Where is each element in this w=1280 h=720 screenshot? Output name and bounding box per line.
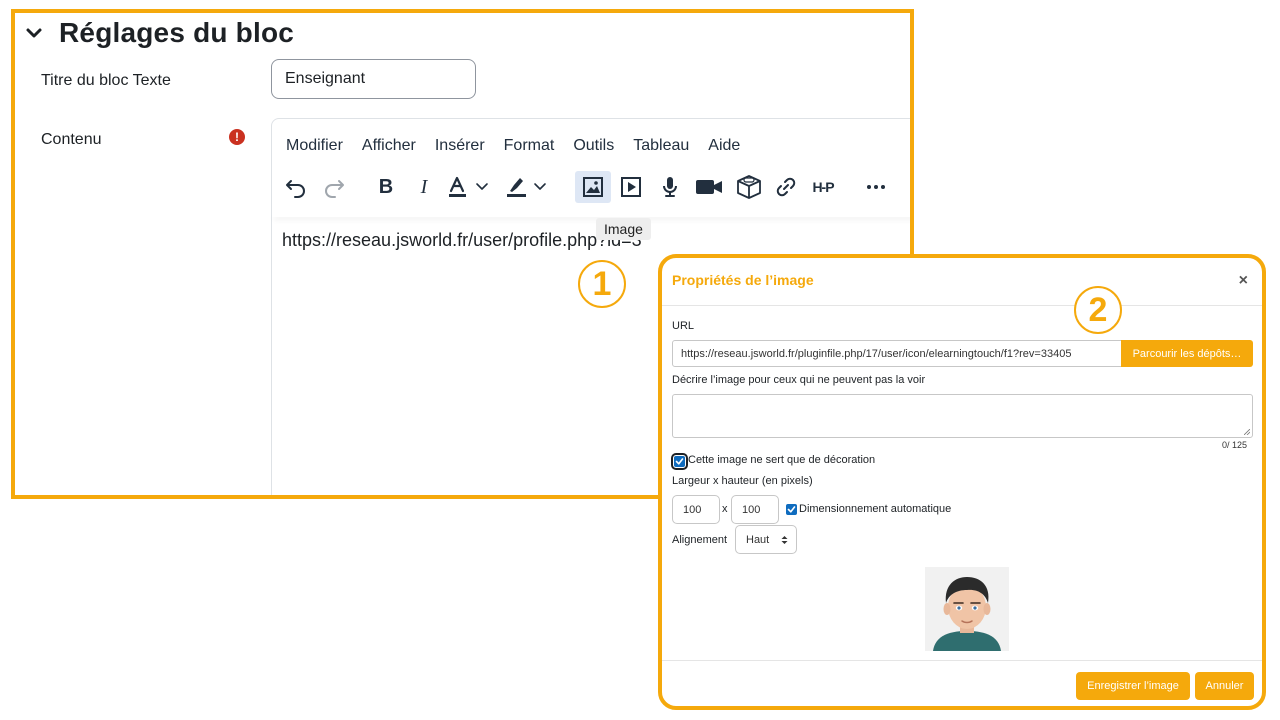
alignment-value: Haut (746, 533, 770, 546)
decorative-label: Cette image ne sert que de décoration (688, 454, 876, 466)
link-icon (776, 177, 796, 197)
bold-button[interactable]: B (372, 171, 400, 203)
section-header[interactable]: Réglages du bloc (25, 17, 294, 49)
video-camera-icon (696, 180, 722, 194)
media-icon (621, 177, 641, 197)
size-separator: x (722, 503, 728, 515)
highlight-button[interactable] (502, 171, 558, 203)
menu-tableau[interactable]: Tableau (633, 137, 689, 155)
checkmark-icon (787, 506, 796, 513)
chevron-down-icon[interactable] (25, 24, 43, 42)
toolbar-divider (272, 211, 910, 217)
media-button[interactable] (617, 171, 645, 203)
italic-button[interactable]: I (410, 171, 438, 203)
cube-icon (737, 175, 761, 199)
menu-format[interactable]: Format (504, 137, 555, 155)
character-count: 0/ 125 (1222, 440, 1248, 450)
content-label: Contenu (41, 131, 102, 148)
browse-repositories-button[interactable]: Parcourir les dépôts… (1121, 340, 1253, 367)
more-button[interactable] (862, 171, 890, 203)
menu-inserer[interactable]: Insérer (435, 137, 485, 155)
width-input[interactable]: 100 (672, 495, 720, 524)
menu-aide[interactable]: Aide (708, 137, 740, 155)
alt-text-label: Décrire l’image pour ceux qui ne peuvent… (672, 374, 926, 386)
undo-button[interactable] (282, 171, 310, 203)
more-icon (867, 185, 885, 189)
image-button[interactable] (575, 171, 611, 203)
record-video-button[interactable] (692, 171, 726, 203)
editor-toolbar: B I H-P (282, 171, 910, 207)
menu-modifier[interactable]: Modifier (286, 137, 343, 155)
dialog-header: Propriétés de l’image × (662, 258, 1262, 306)
block-title-input[interactable]: Enseignant (271, 59, 476, 99)
link-button[interactable] (772, 171, 800, 203)
auto-size-label: Dimensionnement automatique (799, 503, 952, 515)
alt-text-textarea[interactable] (672, 394, 1253, 438)
menu-outils[interactable]: Outils (573, 137, 614, 155)
section-title: Réglages du bloc (59, 17, 295, 48)
menu-afficher[interactable]: Afficher (362, 137, 416, 155)
height-input[interactable]: 100 (731, 495, 779, 524)
image-tooltip: Image (596, 218, 651, 240)
size-label: Largeur x hauteur (en pixels) (672, 475, 813, 487)
auto-size-checkbox[interactable] (786, 504, 797, 515)
record-audio-button[interactable] (656, 171, 684, 203)
url-input[interactable]: https://reseau.jsworld.fr/pluginfile.php… (672, 340, 1123, 367)
cancel-button[interactable]: Annuler (1195, 672, 1254, 700)
microphone-icon (663, 177, 677, 197)
alignment-select[interactable]: Haut (735, 525, 797, 554)
resize-grip-icon[interactable] (1244, 429, 1250, 435)
image-icon (583, 177, 603, 197)
step-marker-2: 2 (1074, 286, 1122, 334)
dialog-footer-divider (662, 660, 1262, 661)
select-arrows-icon (781, 536, 788, 544)
highlight-icon (507, 178, 546, 197)
alignment-label: Alignement (672, 534, 728, 546)
h5p-button[interactable]: H-P (808, 171, 838, 203)
required-icon: ! (229, 129, 245, 145)
image-preview (925, 567, 1009, 651)
url-label: URL (672, 320, 695, 332)
checkmark-icon (675, 458, 684, 465)
image-properties-dialog: Propriétés de l’image × URL https://rese… (658, 254, 1266, 710)
redo-icon (325, 180, 344, 198)
decorative-checkbox[interactable] (671, 453, 688, 470)
content-bank-button[interactable] (733, 171, 765, 203)
undo-icon (286, 180, 305, 198)
redo-button[interactable] (320, 171, 348, 203)
save-image-button[interactable]: Enregistrer l’image (1076, 672, 1190, 700)
close-button[interactable]: × (1239, 272, 1248, 290)
editor-content-text[interactable]: https://reseau.jsworld.fr/user/profile.p… (282, 230, 642, 251)
text-color-button[interactable] (444, 171, 500, 203)
editor-menubar: Modifier Afficher Insérer Format Outils … (286, 137, 759, 155)
step-marker-1: 1 (578, 260, 626, 308)
avatar-illustration (925, 567, 1009, 651)
block-title-label: Titre du bloc Texte (41, 72, 171, 89)
dialog-title: Propriétés de l’image (672, 272, 814, 288)
text-color-icon (449, 176, 488, 197)
